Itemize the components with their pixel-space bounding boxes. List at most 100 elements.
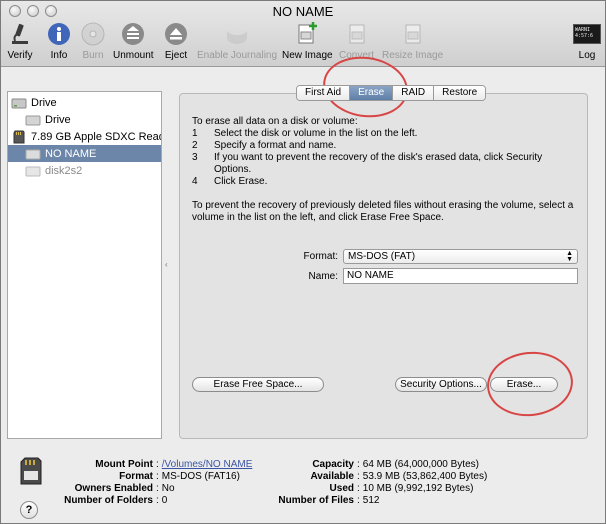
info-format: Format: MS-DOS (FAT16) [60,471,240,482]
select-arrows-icon: ▲ ▼ [566,250,573,263]
sidebar-item-label: Drive [31,96,57,109]
sidebar-item-disk2s2[interactable]: disk2s2 [8,162,161,179]
toolbar: Verify Info Burn Unmount Eject Enable Jo… [1,21,605,65]
step-text: If you want to prevent the recovery of t… [214,152,543,175]
info-used: Used: 10 MB (9,992,192 Bytes) [269,483,474,494]
verify-button[interactable]: Verify [7,21,33,61]
volume-info-footer: Mount Point: /Volumes/NO NAME Format: MS… [1,449,605,523]
unmount-button[interactable]: Unmount [113,21,154,61]
new-image-label: New Image [282,50,333,61]
step-number: 4 [192,176,198,187]
resize-image-button[interactable]: Resize Image [382,21,443,61]
info-label: Info [50,50,68,61]
info-key: Number of Files [278,495,354,506]
log-label: Log [578,50,596,61]
info-key: Owners Enabled [74,483,153,494]
instruction-step: 1 Select the disk or volume in the list … [192,128,580,140]
log-icon: WARNI 4:57:6 [573,21,601,47]
step-number: 2 [192,140,198,151]
unmount-label: Unmount [113,50,154,61]
step-number: 3 [192,152,198,163]
journal-icon [224,21,250,47]
log-preview: WARNI 4:57:6 [573,24,601,44]
eject-label: Eject [164,50,188,61]
info-owners-enabled: Owners Enabled: No [60,483,175,494]
sidebar-item-drive-volume[interactable]: Drive [8,111,161,128]
burn-button[interactable]: Burn [80,21,106,61]
erase-instructions: To erase all data on a disk or volume: 1… [192,116,580,224]
volume-icon [25,166,41,176]
tab-first-aid[interactable]: First Aid [297,86,351,100]
tab-restore[interactable]: Restore [434,86,486,100]
info-number-of-files: Number of Files: 512 [269,495,379,506]
info-button[interactable]: Info [46,21,72,61]
info-key: Used [329,483,354,494]
convert-icon [344,21,370,47]
unmount-icon [120,21,146,47]
security-options-button[interactable]: Security Options... [395,377,487,392]
tab-erase[interactable]: Erase [350,86,394,100]
free-space-note: To prevent the recovery of previously de… [192,200,574,223]
help-button[interactable]: ? [20,501,38,519]
info-key: Format [119,471,153,482]
sidebar-item-label: disk2s2 [45,164,83,177]
verify-label: Verify [7,50,33,61]
info-value: 64 MB (64,000,000 Bytes) [362,459,479,470]
eject-icon [163,21,189,47]
log-button[interactable]: WARNI 4:57:6 Log [573,21,601,61]
sidebar-item-label: Drive [45,113,71,126]
info-value: 53.9 MB (53,862,400 Bytes) [362,471,488,482]
splitter-handle[interactable]: ‹ [165,260,168,269]
resize-image-icon [400,21,426,47]
info-capacity: Capacity: 64 MB (64,000,000 Bytes) [269,459,479,470]
format-label: Format: [303,251,338,262]
erase-panel: To erase all data on a disk or volume: 1… [179,93,588,439]
info-key: Mount Point [95,459,153,470]
info-icon [46,21,72,47]
sidebar-item-label: NO NAME [45,147,97,160]
convert-button[interactable]: Convert [339,21,374,61]
sidebar-item-label: 7.89 GB Apple SDXC Reade... [31,130,161,143]
info-value: 10 MB (9,992,192 Bytes) [362,483,474,494]
instruction-step: 2 Specify a format and name. [192,140,580,152]
format-select[interactable]: MS-DOS (FAT) ▲ ▼ [343,249,578,264]
info-key: Number of Folders [64,495,153,506]
sidebar-item-sd-card[interactable]: 7.89 GB Apple SDXC Reade... [8,128,161,145]
info-value: 0 [161,495,168,506]
new-image-icon [294,21,320,47]
new-image-button[interactable]: New Image [282,21,333,61]
window-title: NO NAME [272,4,334,19]
info-value: MS-DOS (FAT16) [161,471,240,482]
microscope-icon [7,21,33,47]
step-text: Select the disk or volume in the list on… [214,128,418,139]
erase-free-space-button[interactable]: Erase Free Space... [192,377,324,392]
info-value: No [161,483,175,494]
erase-button[interactable]: Erase... [490,377,558,392]
sd-card-icon [13,130,25,143]
tab-raid[interactable]: RAID [393,86,435,100]
tab-bar: First Aid Erase RAID Restore [296,85,487,101]
name-label: Name: [308,271,338,282]
sidebar-item-drive[interactable]: Drive [8,94,161,111]
mount-point-link[interactable]: /Volumes/NO NAME [162,459,253,470]
title-bar: NO NAME Verify Info Burn Unmount Eject E… [1,1,605,67]
eject-button[interactable]: Eject [163,21,189,61]
sidebar-item-no-name[interactable]: NO NAME [8,145,161,162]
info-key: Available [310,471,354,482]
step-text: Click Erase. [214,176,268,187]
disk-utility-window: NO NAME Verify Info Burn Unmount Eject E… [0,0,606,524]
format-value: MS-DOS (FAT) [348,251,416,262]
resize-image-label: Resize Image [382,50,444,61]
info-available: Available: 53.9 MB (53,862,400 Bytes) [269,471,487,482]
disk-list-sidebar: Drive Drive 7.89 GB Apple SDXC Reade... … [7,91,162,439]
info-number-of-folders: Number of Folders: 0 [60,495,167,506]
enable-journaling-button[interactable]: Enable Journaling [197,21,277,61]
burn-label: Burn [82,50,104,61]
info-mount-point: Mount Point: /Volumes/NO NAME [60,459,252,470]
enable-journaling-label: Enable Journaling [197,50,278,61]
burn-disc-icon [80,21,106,47]
info-value: 512 [362,495,380,506]
instructions-intro: To erase all data on a disk or volume: [192,116,358,127]
instruction-step: 4 Click Erase. [192,176,580,188]
name-input[interactable]: NO NAME [343,268,578,284]
